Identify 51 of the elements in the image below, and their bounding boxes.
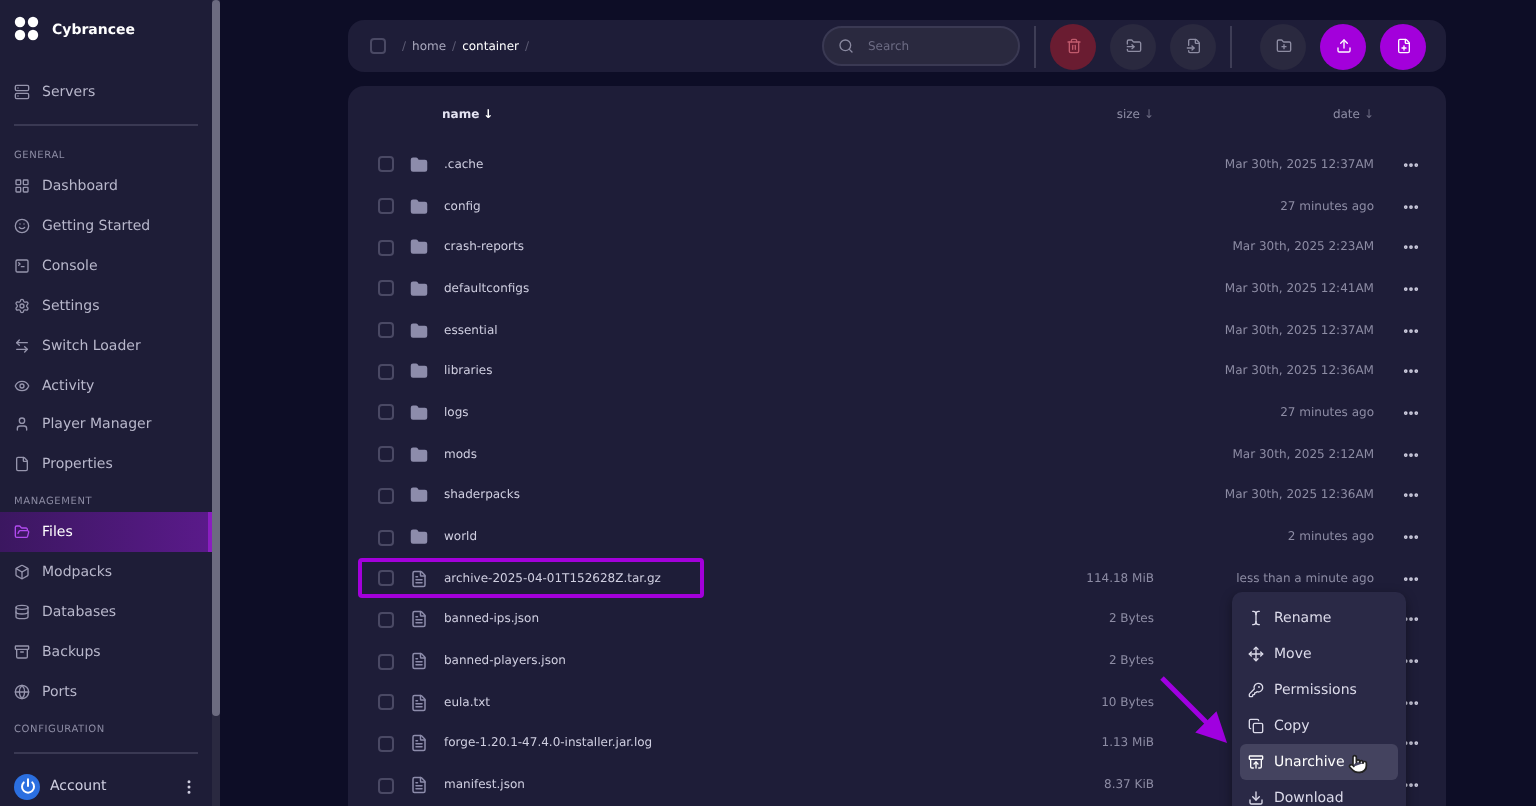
folder-arrow-icon [1125,38,1141,54]
row-checkbox[interactable] [378,363,394,380]
folder-plus-icon [1275,38,1291,54]
nav-icon [14,377,30,394]
row-checkbox[interactable] [378,198,394,215]
server-icon [14,83,30,100]
logo-icon [14,16,40,43]
row-checkbox[interactable] [378,322,394,339]
upload-icon [1335,38,1351,54]
row-checkbox[interactable] [378,694,394,711]
nav-icon [14,177,30,194]
nav-icon [14,644,30,661]
nav-icon [14,297,30,314]
row-checkbox[interactable] [378,777,394,794]
nav-icon [14,684,30,701]
nav-icon [14,416,30,433]
select-all-checkbox[interactable] [370,38,386,54]
row-checkbox[interactable] [378,611,394,628]
text-cursor-icon [1248,610,1264,626]
row-checkbox[interactable] [378,487,394,504]
pointer-cursor-icon [1348,754,1368,774]
trash-icon [1065,38,1081,54]
file-arrow-icon [1185,38,1201,54]
nav-icon [14,217,30,234]
key-icon [1248,682,1264,698]
row-checkbox[interactable] [378,404,394,421]
row-checkbox[interactable] [378,446,394,463]
row-checkbox[interactable] [378,570,394,587]
nav-icon [14,604,30,621]
row-checkbox[interactable] [378,653,394,670]
nav-icon [14,257,30,274]
nav-icon [14,564,30,581]
nav-icon [14,337,30,354]
row-checkbox[interactable] [378,735,394,752]
scrollbar-thumb[interactable] [212,0,220,716]
row-checkbox[interactable] [378,239,394,256]
row-checkbox[interactable] [378,280,394,297]
download-icon [1248,790,1264,806]
nav-icon [14,524,30,541]
search-icon [838,38,854,54]
move-icon [1248,646,1264,662]
avatar-icon [14,773,40,800]
row-checkbox[interactable] [378,529,394,546]
archive-icon [1248,754,1264,770]
action-button[interactable] [1380,23,1426,69]
row-checkbox[interactable] [378,156,394,173]
action-button[interactable] [1320,23,1366,69]
nav-icon [14,456,30,473]
copy-icon [1248,718,1264,734]
annotation-arrow [1160,676,1228,744]
file-plus-icon [1395,38,1411,54]
